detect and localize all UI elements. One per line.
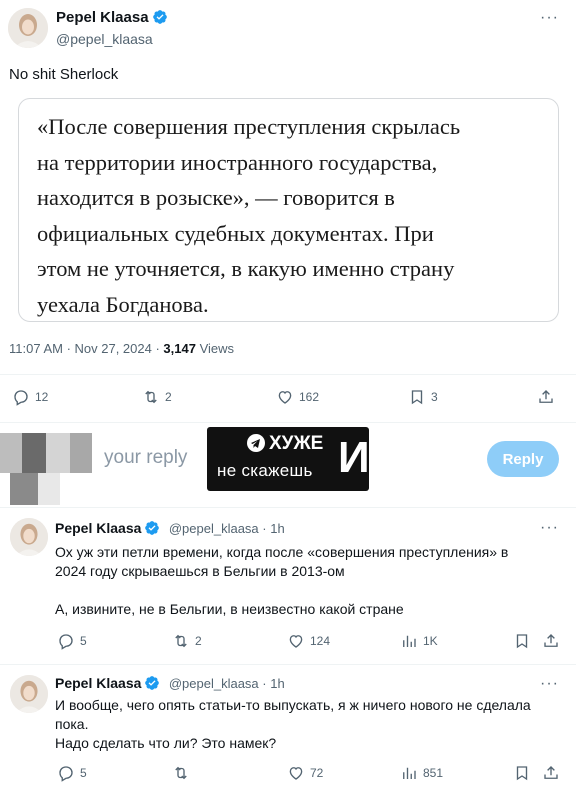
repost-count: 2 <box>165 390 172 404</box>
reply-icon <box>59 634 73 650</box>
like-count: 162 <box>299 390 320 404</box>
reply-line: пока. <box>55 716 89 732</box>
like-count: 72 <box>310 766 324 780</box>
reply-icon <box>59 766 73 782</box>
more-options-icon[interactable]: ··· <box>540 676 559 692</box>
analytics-icon <box>403 767 416 779</box>
heart-icon <box>289 767 303 780</box>
views-action[interactable]: 1K <box>400 632 438 650</box>
blurred-avatar <box>0 425 100 505</box>
watermark-bottom: не скажешь <box>217 461 313 480</box>
reply-line: Ох уж эти петли времени, когда после «со… <box>55 544 509 560</box>
share-button[interactable] <box>542 632 565 650</box>
verified-badge-icon <box>145 521 160 535</box>
tweet-time[interactable]: 11:07 AM · Nov 27, 2024 · <box>9 341 163 356</box>
bookmark-button[interactable] <box>513 764 536 782</box>
tweet-text: No shit Sherlock <box>9 66 119 83</box>
share-button[interactable] <box>542 764 565 782</box>
bookmark-button[interactable] <box>513 632 536 650</box>
reply-input[interactable]: your reply <box>104 447 187 469</box>
like-action[interactable]: 72 <box>287 764 323 782</box>
author-name[interactable]: Pepel Klaasa <box>56 9 149 26</box>
divider <box>0 374 576 375</box>
more-options-icon[interactable]: ··· <box>540 520 559 536</box>
repost-action[interactable]: 2 <box>172 632 202 650</box>
reply-icon <box>14 390 28 406</box>
divider <box>0 507 576 508</box>
bookmark-icon <box>516 766 528 781</box>
reply-line: Надо сделать что ли? Это намек? <box>55 735 277 751</box>
avatar[interactable] <box>10 518 48 556</box>
share-icon <box>544 766 558 779</box>
bookmark-count: 3 <box>431 390 438 404</box>
author-handle[interactable]: @pepel_klaasa · 1h <box>169 521 285 536</box>
bookmark-icon <box>516 634 528 649</box>
repost-action[interactable] <box>172 764 195 782</box>
divider <box>0 664 576 665</box>
reply-line: 2024 году скрываешься в Бельгии в 2013-о… <box>55 563 345 579</box>
repost-icon <box>175 766 187 780</box>
reply-composer: your reply Reply ХУЖЕ не скажешь И <box>0 425 576 505</box>
analytics-icon <box>403 635 416 647</box>
views-count: 1K <box>423 634 438 648</box>
like-action[interactable]: 124 <box>287 632 330 650</box>
heart-icon <box>278 391 292 404</box>
quote-line: «После совершения преступления скрылась <box>37 114 461 139</box>
views-count: 3,147 <box>163 341 196 356</box>
reply-text: Ох уж эти петли времени, когда после «со… <box>55 543 560 619</box>
tweet-meta: 11:07 AM · Nov 27, 2024 · 3,147 Views <box>9 341 234 356</box>
share-icon <box>544 634 558 647</box>
like-action[interactable]: 162 <box>276 388 319 406</box>
quote-image[interactable]: «После совершения преступления скрылась … <box>18 98 559 322</box>
views-label: Views <box>195 341 235 356</box>
quote-line: этом не уточняется, в какую именно стран… <box>37 256 455 281</box>
like-count: 124 <box>310 634 331 648</box>
bookmark-action[interactable]: 3 <box>408 388 438 406</box>
reply-line: И вообще, чего опять статьи-то выпускать… <box>55 697 531 713</box>
reply-count: 5 <box>80 634 87 648</box>
repost-action[interactable]: 2 <box>142 388 172 406</box>
telegram-icon <box>247 434 265 452</box>
repost-icon <box>175 634 187 648</box>
reply-count: 5 <box>80 766 87 780</box>
views-action[interactable]: 851 <box>400 764 443 782</box>
more-options-icon[interactable]: ··· <box>540 10 559 26</box>
reply-line <box>55 581 560 600</box>
reply-button[interactable]: Reply <box>487 441 559 477</box>
bookmark-icon <box>411 390 423 405</box>
quote-line: уехала Богданова. <box>37 291 209 317</box>
quote-line: официальных судебных документах. При <box>37 220 434 246</box>
quote-line: находится в розыске», — говорится в <box>37 185 395 210</box>
author-name[interactable]: Pepel Klaasa <box>55 675 141 691</box>
repost-count: 2 <box>195 634 202 648</box>
verified-badge-icon <box>145 676 160 690</box>
avatar[interactable] <box>10 675 48 713</box>
author-name[interactable]: Pepel Klaasa <box>55 520 141 536</box>
watermark-big-letter: И <box>338 433 370 482</box>
reply-action[interactable]: 5 <box>57 764 87 782</box>
quote-line: на территории иностранного государства, <box>37 149 438 175</box>
views-count: 851 <box>423 766 444 780</box>
watermark-top: ХУЖЕ <box>269 433 324 454</box>
heart-icon <box>289 635 303 648</box>
reply-action[interactable]: 12 <box>12 388 48 406</box>
repost-icon <box>145 390 157 404</box>
watermark-logo: ХУЖЕ не скажешь И <box>207 427 370 491</box>
verified-badge-icon <box>152 10 167 24</box>
reply-text: И вообще, чего опять статьи-то выпускать… <box>55 696 560 753</box>
reply-action[interactable]: 5 <box>57 632 87 650</box>
reply-count: 12 <box>35 390 49 404</box>
author-handle[interactable]: @pepel_klaasa <box>56 31 153 47</box>
share-icon <box>539 390 553 403</box>
avatar[interactable] <box>8 8 48 48</box>
divider <box>0 422 576 423</box>
author-handle[interactable]: @pepel_klaasa · 1h <box>169 676 285 691</box>
reply-line: А, извините, не в Бельгии, в неизвестно … <box>55 601 404 617</box>
share-button[interactable] <box>537 388 560 406</box>
